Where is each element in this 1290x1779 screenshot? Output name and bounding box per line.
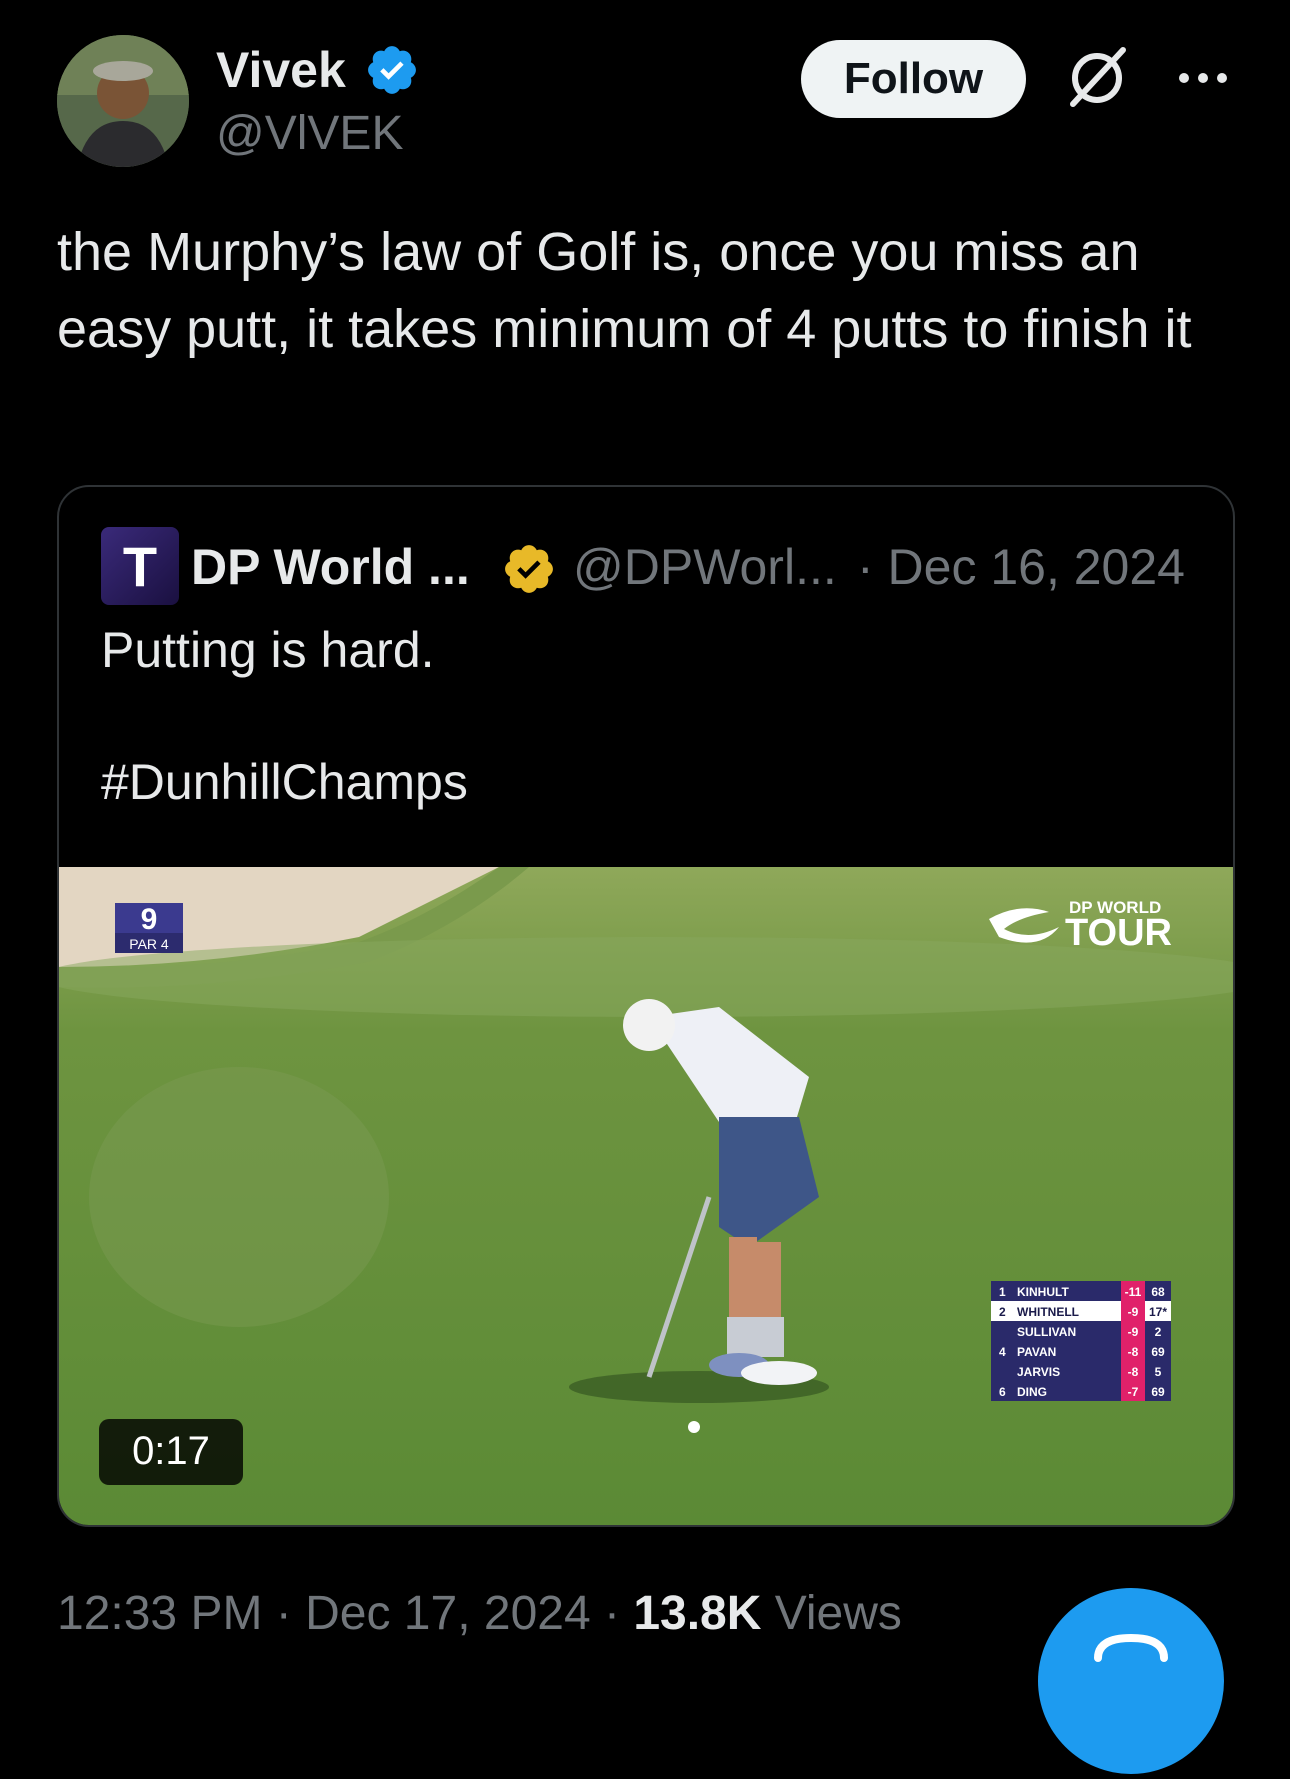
tweet-text: the Murphy’s law of Golf is, once you mi… (57, 222, 1192, 359)
gold-verified-badge-icon (501, 541, 557, 597)
author-avatar[interactable] (57, 35, 189, 167)
author-display-name[interactable]: Vivek (216, 40, 346, 100)
leaderboard-score: -9 (1128, 1305, 1139, 1319)
leaderboard-pos: 1 (999, 1285, 1006, 1299)
compose-fab[interactable] (1038, 1588, 1224, 1774)
views-label: Views (761, 1587, 902, 1640)
leaderboard-score: -7 (1128, 1385, 1139, 1399)
video-frame: 9 PAR 4 DP WORLD TOUR 1 KINHULT -11 682 WHIT… (59, 867, 1233, 1525)
hole-number: 9 (141, 903, 158, 936)
quoted-display-name[interactable]: DP World ... (191, 537, 470, 597)
quoted-date[interactable]: · Dec 16, 2024 (857, 537, 1185, 597)
follow-button[interactable]: Follow (801, 40, 1026, 118)
leaderboard-thru: 69 (1151, 1345, 1165, 1359)
leaderboard-thru: 2 (1155, 1325, 1162, 1339)
leaderboard-pos: 4 (999, 1345, 1006, 1359)
more-options-icon[interactable] (1176, 60, 1230, 96)
leaderboard-thru: 68 (1151, 1285, 1165, 1299)
leaderboard-score: -8 (1128, 1365, 1139, 1379)
leaderboard-name: JARVIS (1017, 1365, 1060, 1379)
views-count: 13.8K (633, 1587, 762, 1640)
leaderboard-pos: 2 (999, 1305, 1006, 1319)
leaderboard-thru: 17* (1149, 1305, 1167, 1319)
leaderboard-name: DING (1017, 1385, 1047, 1399)
leaderboard-name: PAVAN (1017, 1345, 1056, 1359)
quoted-tweet-card[interactable]: T DP World ... @DPWorl... · Dec 16, 2024… (57, 485, 1235, 1527)
leaderboard-name: SULLIVAN (1017, 1325, 1076, 1339)
leaderboard-name: KINHULT (1017, 1285, 1069, 1299)
leaderboard-score: -8 (1128, 1345, 1139, 1359)
quoted-avatar-letter: T (122, 534, 158, 598)
quoted-handle[interactable]: @DPWorl... (573, 537, 837, 597)
leaderboard-thru: 5 (1155, 1365, 1162, 1379)
tweet-timestamp: 12:33 PM · Dec 17, 2024 · 13.8K Views (57, 1582, 902, 1646)
leaderboard-name: WHITNELL (1017, 1305, 1079, 1319)
leaderboard-thru: 69 (1151, 1385, 1165, 1399)
leaderboard-overlay: 1 KINHULT -11 68 2 WHITNELL -9 17* SULLIVAN -9 2 4 P… (991, 1281, 1171, 1401)
time-date[interactable]: 12:33 PM · Dec 17, 2024 · (57, 1587, 633, 1640)
brand-bottom: TOUR (1065, 912, 1172, 954)
leaderboard-pos: 6 (999, 1385, 1006, 1399)
quoted-text: Putting is hard. (101, 622, 435, 678)
quoted-author-avatar[interactable]: T (101, 527, 179, 605)
leaderboard-score: -9 (1128, 1325, 1139, 1339)
video-duration: 0:17 (132, 1429, 210, 1473)
video-player[interactable]: 9 PAR 4 DP WORLD TOUR 1 KINHULT -11 68 2 WHIT… (59, 867, 1233, 1525)
hole-marker: 9 PAR 4 (115, 903, 183, 953)
author-handle[interactable]: @VlVEK (216, 104, 403, 164)
compose-icon (1094, 1633, 1168, 1662)
leaderboard-score: -11 (1125, 1285, 1142, 1299)
verified-badge-icon (364, 42, 420, 98)
grok-icon[interactable] (1063, 44, 1131, 112)
quoted-hashtag[interactable]: #DunhillChamps (101, 749, 468, 815)
hole-par: PAR 4 (129, 936, 169, 952)
